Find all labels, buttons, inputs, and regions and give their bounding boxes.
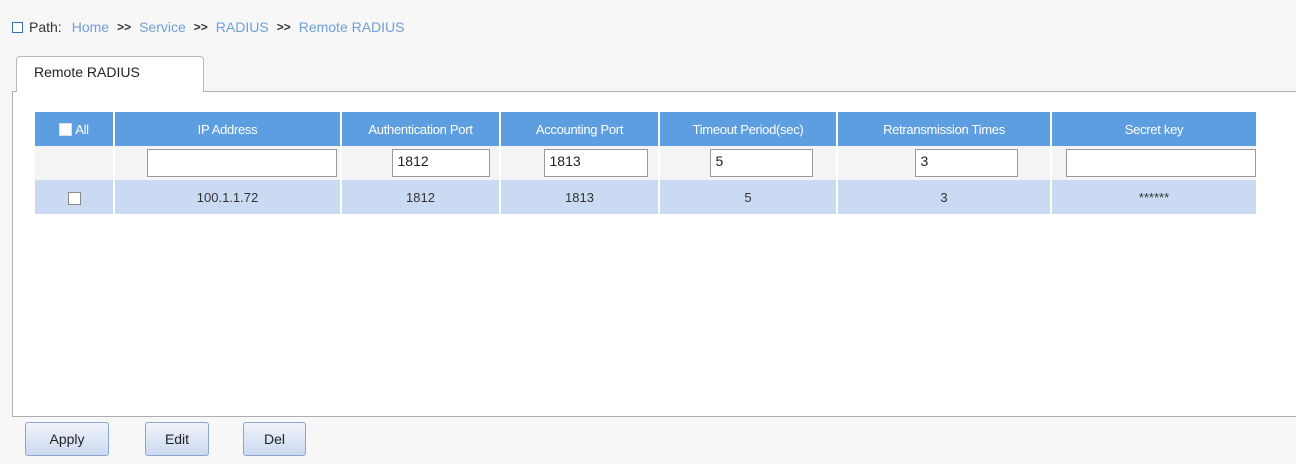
column-header-retransmission-times: Retransmission Times [838,112,1050,146]
input-cell-empty [35,146,113,180]
input-cell: 1813 [501,146,658,180]
column-header-select-all: All [35,112,113,146]
delete-button[interactable]: Del [243,422,306,456]
row-checkbox[interactable] [67,191,81,205]
action-buttons: Apply Edit Del [25,422,306,456]
cell-retransmission-times: 3 [838,180,1050,214]
tab-remote-radius[interactable]: Remote RADIUS [16,56,204,92]
column-header-accounting-port: Accounting Port [501,112,658,146]
table-header-row: All IP Address Authentication Port Accou… [35,112,1256,146]
table-row[interactable]: 100.1.1.72 1812 1813 5 3 ****** [35,180,1256,214]
secret-key-input[interactable] [1066,149,1256,177]
breadcrumb: Path: Home >> Service >> RADIUS >> Remot… [12,19,405,35]
cell-secret-key: ****** [1052,180,1256,214]
input-cell: 1812 [342,146,499,180]
select-all-checkbox[interactable] [59,122,73,136]
cell-accounting-port: 1813 [501,180,658,214]
input-cell: 3 [838,146,1050,180]
apply-button[interactable]: Apply [25,422,109,456]
breadcrumb-home[interactable]: Home [72,19,109,35]
input-row: 1812 1813 5 3 [35,146,1256,180]
input-cell [1052,146,1256,180]
select-all-label: All [75,121,89,137]
column-header-secret-key: Secret key [1052,112,1256,146]
retransmission-times-input[interactable]: 3 [914,149,1018,177]
cell-authentication-port: 1812 [342,180,499,214]
authentication-port-input[interactable]: 1812 [391,149,490,177]
column-header-authentication-port: Authentication Port [342,112,499,146]
path-label: Path: [29,19,62,35]
radius-server-table: All IP Address Authentication Port Accou… [33,112,1258,214]
cell-timeout-period: 5 [660,180,836,214]
column-header-ip-address: IP Address [115,112,340,146]
breadcrumb-service[interactable]: Service [139,19,186,35]
column-header-timeout-period: Timeout Period(sec) [660,112,836,146]
edit-button[interactable]: Edit [145,422,209,456]
cell-ip-address: 100.1.1.72 [115,180,340,214]
accounting-port-input[interactable]: 1813 [543,149,648,177]
breadcrumb-separator: >> [117,20,132,34]
square-icon [12,21,23,33]
breadcrumb-separator: >> [276,20,291,34]
breadcrumb-separator: >> [193,20,208,34]
timeout-period-input[interactable]: 5 [709,149,813,177]
row-select-cell [35,180,113,214]
ip-address-input[interactable] [147,149,337,177]
breadcrumb-radius[interactable]: RADIUS [216,19,269,35]
input-cell [115,146,340,180]
breadcrumb-remote-radius[interactable]: Remote RADIUS [299,19,405,35]
input-cell: 5 [660,146,836,180]
